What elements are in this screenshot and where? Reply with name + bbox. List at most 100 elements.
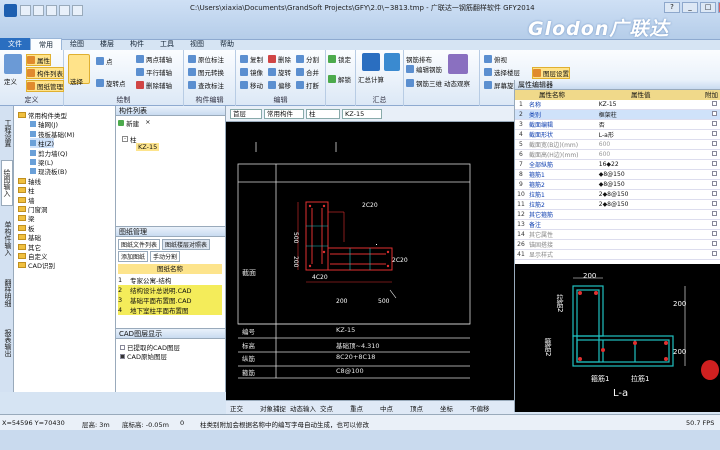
checkbox[interactable] bbox=[711, 141, 717, 146]
split-button[interactable]: 分割 bbox=[296, 54, 319, 64]
checkbox[interactable] bbox=[711, 231, 717, 236]
point-tool-button[interactable]: 点 bbox=[96, 56, 113, 66]
property-value[interactable]: ◆8@150 bbox=[596, 179, 710, 190]
table-row[interactable]: 14 其它属性 bbox=[515, 229, 720, 240]
undo-icon[interactable] bbox=[59, 5, 70, 16]
table-row[interactable]: 9 箍筋2 ◆8@150 bbox=[515, 179, 720, 190]
table-row[interactable]: 11 拉筋2 2◆8@150 bbox=[515, 199, 720, 210]
snap-toggle[interactable]: 重点 bbox=[350, 403, 363, 413]
snap-toggle[interactable]: 正交 bbox=[230, 403, 243, 413]
tab-project-settings[interactable]: 工程设置 bbox=[1, 110, 13, 156]
table-row[interactable]: 2 类别 框架柱 bbox=[515, 109, 720, 120]
table-row[interactable]: 13 备注 bbox=[515, 219, 720, 230]
drawing-manager-button[interactable]: 图纸管理 bbox=[26, 80, 64, 92]
top-view-button[interactable]: 俯视 bbox=[484, 54, 507, 64]
tab-component[interactable]: 构件 bbox=[122, 38, 152, 50]
drawing-row[interactable]: 2 结构设计总说明.CAD bbox=[118, 285, 222, 295]
drawing-row[interactable]: 1 专家公寓-结构 bbox=[118, 275, 222, 285]
checkbox[interactable] bbox=[711, 101, 717, 106]
table-row[interactable]: 3 截面编辑否 bbox=[515, 119, 720, 130]
tab-drawing-files[interactable]: 图纸文件列表 bbox=[118, 239, 161, 250]
tree-root-column[interactable]: -柱 bbox=[122, 134, 137, 144]
merge-button[interactable]: 合并 bbox=[296, 67, 319, 77]
category-select[interactable]: 常用构件 bbox=[264, 109, 304, 119]
save-icon[interactable] bbox=[46, 5, 57, 16]
type-select[interactable]: 柱 bbox=[306, 109, 340, 119]
copy-button[interactable]: 复制 bbox=[240, 54, 263, 64]
snap-toggle[interactable]: 动态输入 bbox=[290, 403, 316, 413]
table-row[interactable]: 4 截面形状 L-a形 bbox=[515, 129, 720, 140]
help-button[interactable]: ? bbox=[664, 2, 680, 13]
tab-tools[interactable]: 工具 bbox=[152, 38, 182, 50]
component-list-button[interactable]: 构件列表 bbox=[26, 67, 64, 79]
checkbox[interactable] bbox=[120, 353, 125, 359]
open-file-icon[interactable] bbox=[33, 5, 44, 16]
manual-split-button[interactable]: 手动分割 bbox=[150, 251, 181, 262]
tree-item[interactable]: CAD识别 bbox=[18, 260, 55, 270]
snap-toggle[interactable]: 顶点 bbox=[410, 403, 423, 413]
rotate-point-button[interactable]: 旋转点 bbox=[96, 78, 126, 88]
summary-calc-button[interactable]: 汇总计算 bbox=[358, 74, 384, 84]
minimize-button[interactable]: _ bbox=[682, 2, 698, 13]
property-value[interactable] bbox=[596, 239, 710, 250]
table-row[interactable]: 6 截面高(H边)(mm) 600 bbox=[515, 149, 720, 160]
list-item[interactable]: KZ-15 bbox=[136, 143, 160, 151]
rebar-3d-button[interactable]: 钢筋三维 bbox=[406, 78, 442, 88]
property-value[interactable]: 框架柱 bbox=[596, 109, 710, 120]
property-value[interactable] bbox=[596, 229, 710, 240]
floor-select[interactable]: 首层 bbox=[230, 109, 262, 119]
delete-axis-button[interactable]: 删除辅轴 bbox=[136, 80, 172, 90]
checkbox[interactable] bbox=[711, 131, 717, 136]
property-value[interactable] bbox=[596, 219, 710, 230]
property-value[interactable]: L-a形 bbox=[596, 129, 710, 140]
two-point-axis-button[interactable]: 两点辅轴 bbox=[136, 54, 172, 64]
rebar-layout-icon[interactable] bbox=[384, 53, 400, 71]
property-value[interactable]: 2◆8@150 bbox=[596, 199, 710, 210]
layer-settings-button[interactable]: 图层设置 bbox=[532, 67, 570, 79]
checkbox[interactable] bbox=[711, 121, 717, 126]
break-button[interactable]: 打断 bbox=[296, 80, 319, 90]
checkbox[interactable] bbox=[711, 151, 717, 156]
snap-toggle[interactable]: 交点 bbox=[320, 403, 333, 413]
new-file-icon[interactable] bbox=[20, 5, 31, 16]
tab-report[interactable]: 报表输出 bbox=[1, 320, 13, 366]
checkbox[interactable] bbox=[711, 191, 717, 196]
element-convert-button[interactable]: 图元转换 bbox=[188, 67, 224, 77]
tab-view[interactable]: 视图 bbox=[182, 38, 212, 50]
checkbox[interactable] bbox=[711, 161, 717, 166]
checkbox[interactable] bbox=[711, 241, 717, 246]
move-button[interactable]: 移动 bbox=[240, 80, 263, 90]
table-row[interactable]: 12 其它箍筋 bbox=[515, 209, 720, 220]
table-row[interactable]: 10 拉筋1 2◆8@150 bbox=[515, 189, 720, 200]
tab-common[interactable]: 常用 bbox=[30, 38, 62, 50]
property-value[interactable] bbox=[596, 249, 710, 260]
summary-calc-icon[interactable] bbox=[362, 53, 380, 71]
tab-draw[interactable]: 绘图 bbox=[62, 38, 92, 50]
add-drawing-button[interactable]: 添加图纸 bbox=[118, 251, 149, 262]
parallel-axis-button[interactable]: 平行辅轴 bbox=[136, 67, 172, 77]
tab-drawing-floor-map[interactable]: 图纸楼层对照表 bbox=[162, 239, 211, 250]
new-component-button[interactable]: 新建 bbox=[118, 118, 139, 128]
tab-file[interactable]: 文件 bbox=[0, 38, 30, 50]
table-row[interactable]: 1 名称 KZ-15 bbox=[515, 100, 720, 110]
dynamic-view-button[interactable]: 动态观察 bbox=[444, 78, 470, 88]
property-value[interactable]: 600 bbox=[596, 139, 710, 150]
unlock-button[interactable]: 解锁 bbox=[328, 74, 351, 84]
checkbox[interactable] bbox=[711, 111, 717, 116]
property-value[interactable]: 16◆22 bbox=[596, 159, 710, 170]
dynamic-view-icon[interactable] bbox=[448, 54, 468, 74]
define-button[interactable]: 定义 bbox=[4, 76, 17, 86]
snap-toggle[interactable]: 不偏移 bbox=[470, 403, 490, 413]
app-logo-icon[interactable] bbox=[4, 4, 17, 17]
maximize-button[interactable]: □ bbox=[700, 2, 716, 13]
edit-rebar-button[interactable]: 编辑钢筋 bbox=[406, 64, 442, 74]
property-value[interactable]: KZ-15 bbox=[596, 100, 710, 110]
property-value[interactable]: 600 bbox=[596, 149, 710, 160]
tab-help[interactable]: 帮助 bbox=[212, 38, 242, 50]
tab-single-component-input[interactable]: 单构件输入 bbox=[1, 210, 13, 266]
property-value[interactable]: 否 bbox=[596, 119, 710, 130]
delete-component-button[interactable]: × bbox=[145, 118, 150, 128]
checkbox[interactable] bbox=[711, 251, 717, 256]
table-row[interactable]: 41 显示样式 bbox=[515, 249, 720, 260]
redo-icon[interactable] bbox=[72, 5, 83, 16]
